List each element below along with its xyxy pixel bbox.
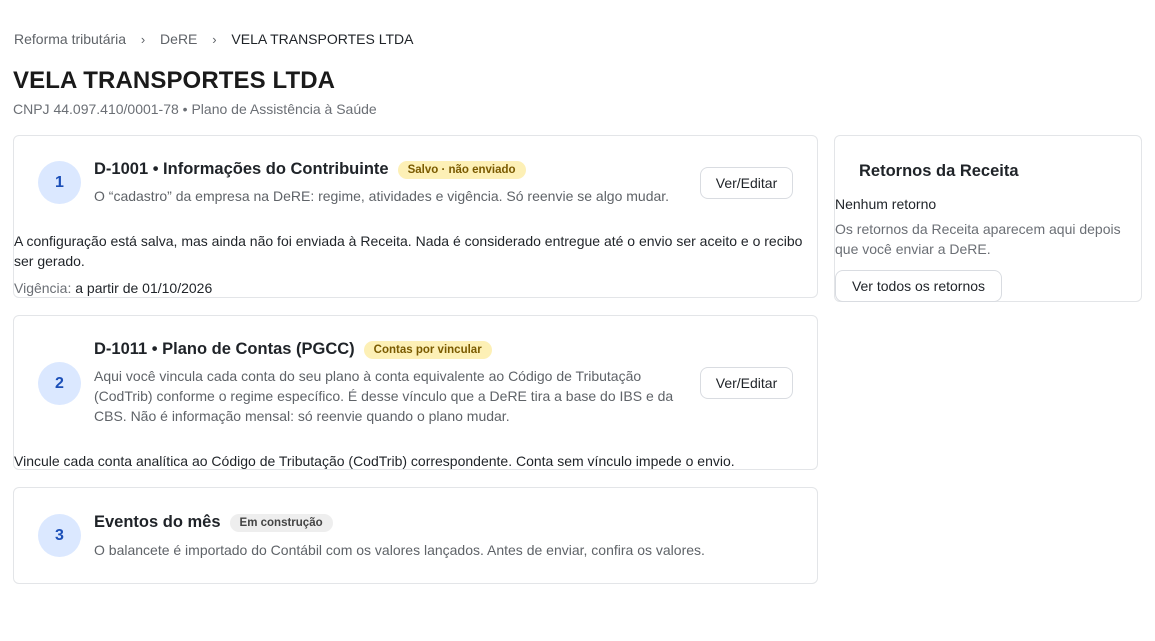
status-badge: Em construção xyxy=(229,513,333,532)
step-status-note: Vincule cada conta analítica ao Código d… xyxy=(14,453,735,469)
step-card-d1001: 1 D-1001 • Informações do Contribuinte S… xyxy=(13,135,818,298)
vigencia-label: Vigência: xyxy=(14,280,72,296)
breadcrumb: Reforma tributária › DeRE › VELA TRANSPO… xyxy=(14,31,413,47)
retornos-panel: Retornos da Receita Nenhum retorno Os re… xyxy=(834,135,1142,302)
step-title: Eventos do mês xyxy=(94,513,221,531)
page-subtitle: CNPJ 44.097.410/0001-78 • Plano de Assis… xyxy=(13,101,377,117)
step-description: O balancete é importado do Contábil com … xyxy=(94,542,705,558)
status-badge: Contas por vincular xyxy=(363,340,492,359)
step-status-note: A configuração está salva, mas ainda não… xyxy=(14,233,803,269)
chevron-right-icon: › xyxy=(140,31,146,47)
breadcrumb-current: VELA TRANSPORTES LTDA xyxy=(231,31,414,47)
step-number: 2 xyxy=(38,362,81,405)
ver-editar-button[interactable]: Ver/Editar xyxy=(700,367,793,399)
vigencia: Vigência: a partir de 01/10/2026 xyxy=(14,280,212,296)
step-number: 3 xyxy=(38,514,81,557)
step-title: D-1001 • Informações do Contribuinte xyxy=(94,160,389,178)
breadcrumb-dere[interactable]: DeRE xyxy=(160,31,197,47)
empty-state-description: Os retornos da Receita aparecem aqui dep… xyxy=(835,221,1121,257)
panel-title: Retornos da Receita xyxy=(859,162,1019,180)
ver-todos-retornos-button[interactable]: Ver todos os retornos xyxy=(835,270,1002,302)
page-title: VELA TRANSPORTES LTDA xyxy=(13,67,336,94)
step-title: D-1011 • Plano de Contas (PGCC) xyxy=(94,340,355,358)
chevron-right-icon: › xyxy=(212,31,217,47)
step-title-row: D-1001 • Informações do Contribuinte Sal… xyxy=(94,160,526,179)
step-card-d1011: 2 D-1011 • Plano de Contas (PGCC) Contas… xyxy=(13,315,818,470)
breadcrumb-reforma-tributaria[interactable]: Reforma tributária xyxy=(14,31,126,47)
vigencia-value: a partir de 01/10/2026 xyxy=(75,280,213,296)
step-description: Aqui você vincula cada conta do seu plan… xyxy=(94,368,674,424)
status-badge: Salvo · não enviado xyxy=(397,160,526,179)
step-card-eventos: 3 Eventos do mês Em construção O balance… xyxy=(13,487,818,584)
step-description: O “cadastro” da empresa na DeRE: regime,… xyxy=(94,188,670,204)
empty-state-title: Nenhum retorno xyxy=(835,196,937,212)
step-number: 1 xyxy=(38,161,81,204)
step-title-row: D-1011 • Plano de Contas (PGCC) Contas p… xyxy=(94,340,492,359)
ver-editar-button[interactable]: Ver/Editar xyxy=(700,167,793,199)
step-title-row: Eventos do mês Em construção xyxy=(94,513,333,532)
